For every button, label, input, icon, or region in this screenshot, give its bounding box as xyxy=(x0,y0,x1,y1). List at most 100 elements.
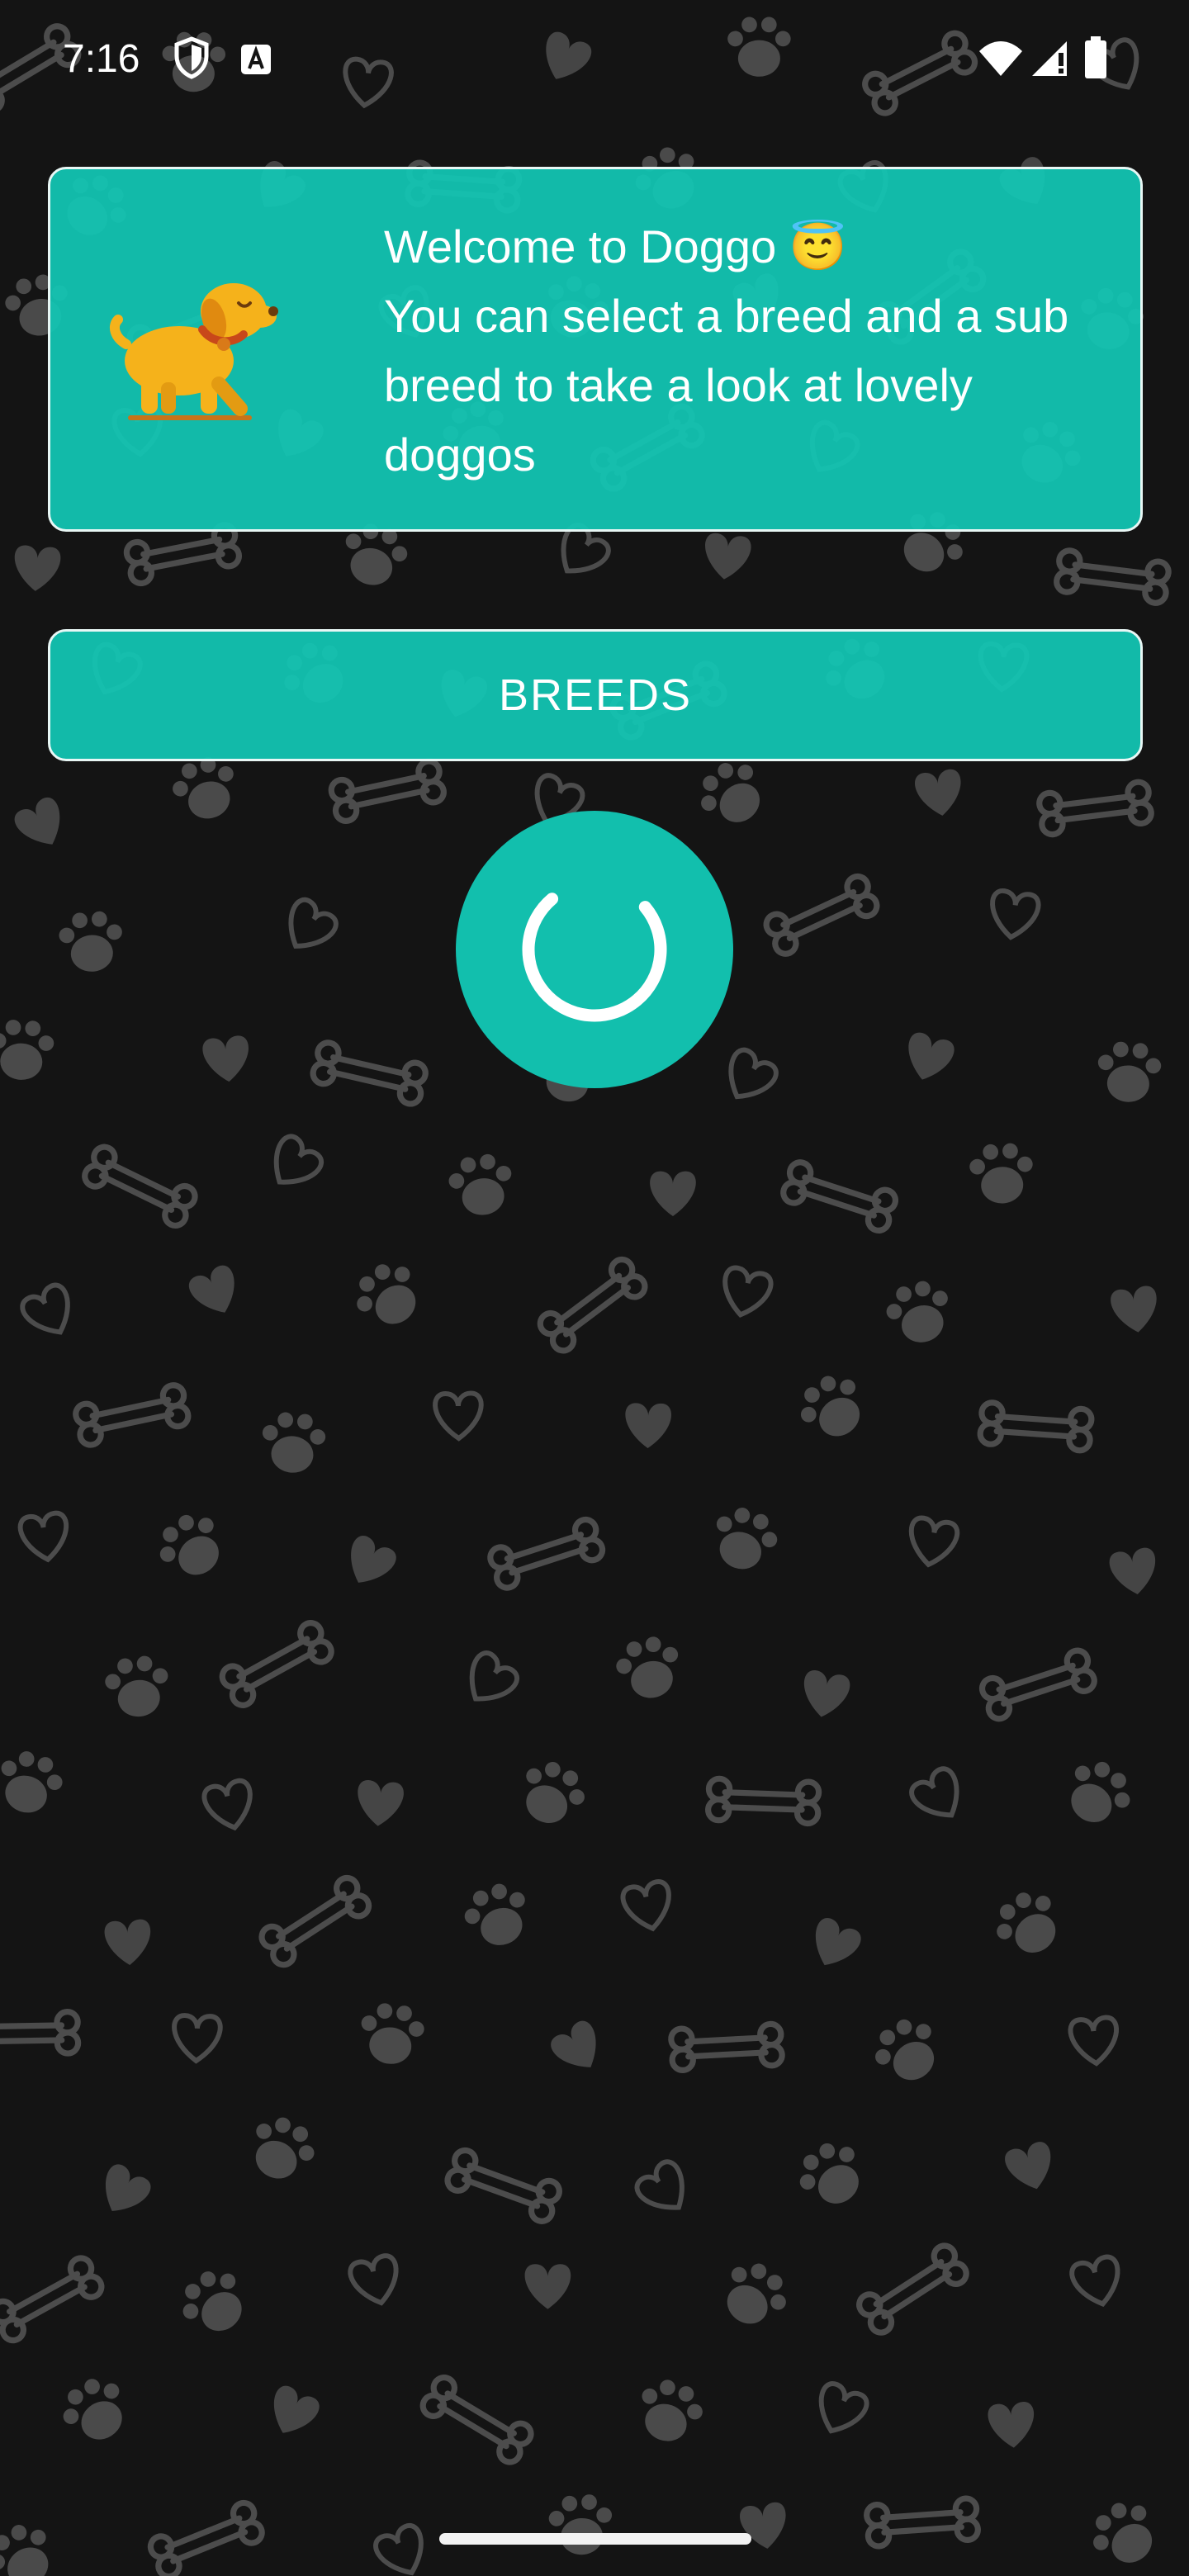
heart-filled-decoration xyxy=(913,768,965,819)
bone-decoration xyxy=(488,1517,605,1590)
heart-outline-decoration xyxy=(988,889,1040,940)
heart-outline-decoration xyxy=(19,1281,81,1342)
heart-outline-decoration xyxy=(1069,2255,1125,2309)
paw-decoration xyxy=(0,1018,55,1082)
paw-decoration xyxy=(1095,1039,1163,1105)
paw-decoration xyxy=(0,1745,69,1821)
paw-decoration xyxy=(57,909,126,974)
paw-decoration xyxy=(102,1653,173,1721)
bone-decoration xyxy=(979,1648,1097,1721)
bone-decoration xyxy=(219,1619,335,1709)
heart-filled-decoration xyxy=(524,2264,571,2309)
heart-filled-decoration xyxy=(262,2382,323,2443)
navigation-handle[interactable] xyxy=(439,2533,751,2545)
bone-decoration xyxy=(311,1040,428,1106)
heart-outline-decoration xyxy=(718,1266,773,1320)
paw-decoration xyxy=(789,2132,875,2218)
paw-decoration xyxy=(345,1252,432,1339)
heart-filled-decoration xyxy=(1109,1284,1162,1336)
bone-decoration xyxy=(780,1160,898,1234)
breeds-button[interactable]: BREEDS xyxy=(48,629,1143,761)
bone-decoration xyxy=(148,2500,265,2576)
bone-decoration xyxy=(81,1144,198,1229)
paw-decoration xyxy=(445,1150,518,1220)
heart-filled-decoration xyxy=(1002,2139,1059,2195)
heart-filled-decoration xyxy=(650,1171,696,1216)
paw-decoration xyxy=(711,2252,798,2338)
paw-decoration xyxy=(865,2009,950,2094)
heart-outline-decoration xyxy=(372,2522,433,2576)
signal-icon xyxy=(1032,41,1067,76)
paw-decoration xyxy=(166,751,245,827)
heart-filled-decoration xyxy=(201,1035,253,1085)
paw-decoration xyxy=(171,2259,258,2346)
dog-walking-icon xyxy=(109,283,278,420)
paw-decoration xyxy=(789,1365,876,1451)
paw-decoration xyxy=(611,1631,687,1705)
heart-outline-decoration xyxy=(907,1765,970,1828)
bone-decoration xyxy=(979,1402,1092,1451)
paw-decoration xyxy=(547,2493,615,2557)
status-bar: 7:16 xyxy=(0,0,1189,124)
bone-decoration xyxy=(1055,549,1169,604)
bone-decoration xyxy=(329,760,446,823)
bone-decoration xyxy=(1038,781,1152,836)
status-time: 7:16 xyxy=(63,37,140,81)
heart-outline-decoration xyxy=(277,896,340,959)
bone-decoration xyxy=(125,523,240,585)
battery-icon xyxy=(1085,36,1106,78)
heart-filled-decoration xyxy=(92,2160,155,2223)
paw-decoration xyxy=(704,1500,784,1579)
paw-decoration xyxy=(357,2001,427,2068)
heart-outline-decoration xyxy=(906,1517,959,1569)
paw-decoration xyxy=(1081,2491,1168,2576)
paw-decoration xyxy=(148,1503,235,1589)
heart-outline-decoration xyxy=(633,2157,697,2221)
bone-decoration xyxy=(670,2024,783,2071)
heart-outline-decoration xyxy=(173,2015,221,2062)
heart-outline-decoration xyxy=(202,1778,257,1833)
welcome-card: Welcome to Doggo 😇 You can select a bree… xyxy=(48,167,1143,532)
paw-decoration xyxy=(968,1142,1035,1205)
paw-decoration xyxy=(0,2514,64,2576)
heart-filled-decoration xyxy=(185,1262,246,1323)
bone-decoration xyxy=(866,2498,978,2547)
bone-decoration xyxy=(419,2374,535,2466)
heart-filled-decoration xyxy=(1107,1546,1161,1598)
app-screen: 7:16 Welcome to Doggo 😇 You can select a… xyxy=(0,0,1189,2576)
heart-filled-decoration xyxy=(12,544,62,593)
paw-decoration xyxy=(258,1410,328,1475)
heart-filled-decoration xyxy=(701,532,753,583)
keyboard-a-icon xyxy=(241,45,271,74)
heart-filled-decoration xyxy=(103,1918,153,1967)
heart-filled-decoration xyxy=(547,2017,610,2080)
welcome-title: Welcome to Doggo 😇 xyxy=(384,220,847,272)
heart-outline-decoration xyxy=(19,1512,71,1563)
paw-decoration xyxy=(239,2108,324,2190)
loading-spinner-icon xyxy=(522,893,667,1022)
heart-filled-decoration xyxy=(987,2400,1037,2451)
bone-decoration xyxy=(0,2254,105,2344)
heart-filled-decoration xyxy=(354,1778,405,1829)
heart-filled-decoration xyxy=(624,1403,672,1449)
heart-outline-decoration xyxy=(348,2254,404,2308)
paw-decoration xyxy=(53,2368,139,2453)
heart-outline-decoration xyxy=(262,1133,325,1196)
shield-icon xyxy=(174,36,209,79)
bone-decoration xyxy=(0,2011,78,2055)
paw-decoration xyxy=(457,1877,538,1955)
heart-outline-decoration xyxy=(1069,2016,1119,2065)
paw-decoration xyxy=(510,1753,594,1835)
heart-filled-decoration xyxy=(798,1669,852,1721)
bone-decoration xyxy=(855,2242,970,2337)
bone-decoration xyxy=(763,873,880,957)
welcome-text: Welcome to Doggo 😇 You can select a bree… xyxy=(384,212,1127,490)
bone-decoration xyxy=(444,2147,561,2224)
loading-indicator xyxy=(456,811,733,1088)
paw-decoration xyxy=(985,1881,1072,1967)
bone-decoration xyxy=(536,1255,649,1354)
paw-decoration xyxy=(1054,1750,1141,1836)
heart-outline-decoration xyxy=(621,1880,675,1934)
heart-outline-decoration xyxy=(435,1393,482,1438)
heart-outline-decoration xyxy=(810,2380,870,2440)
